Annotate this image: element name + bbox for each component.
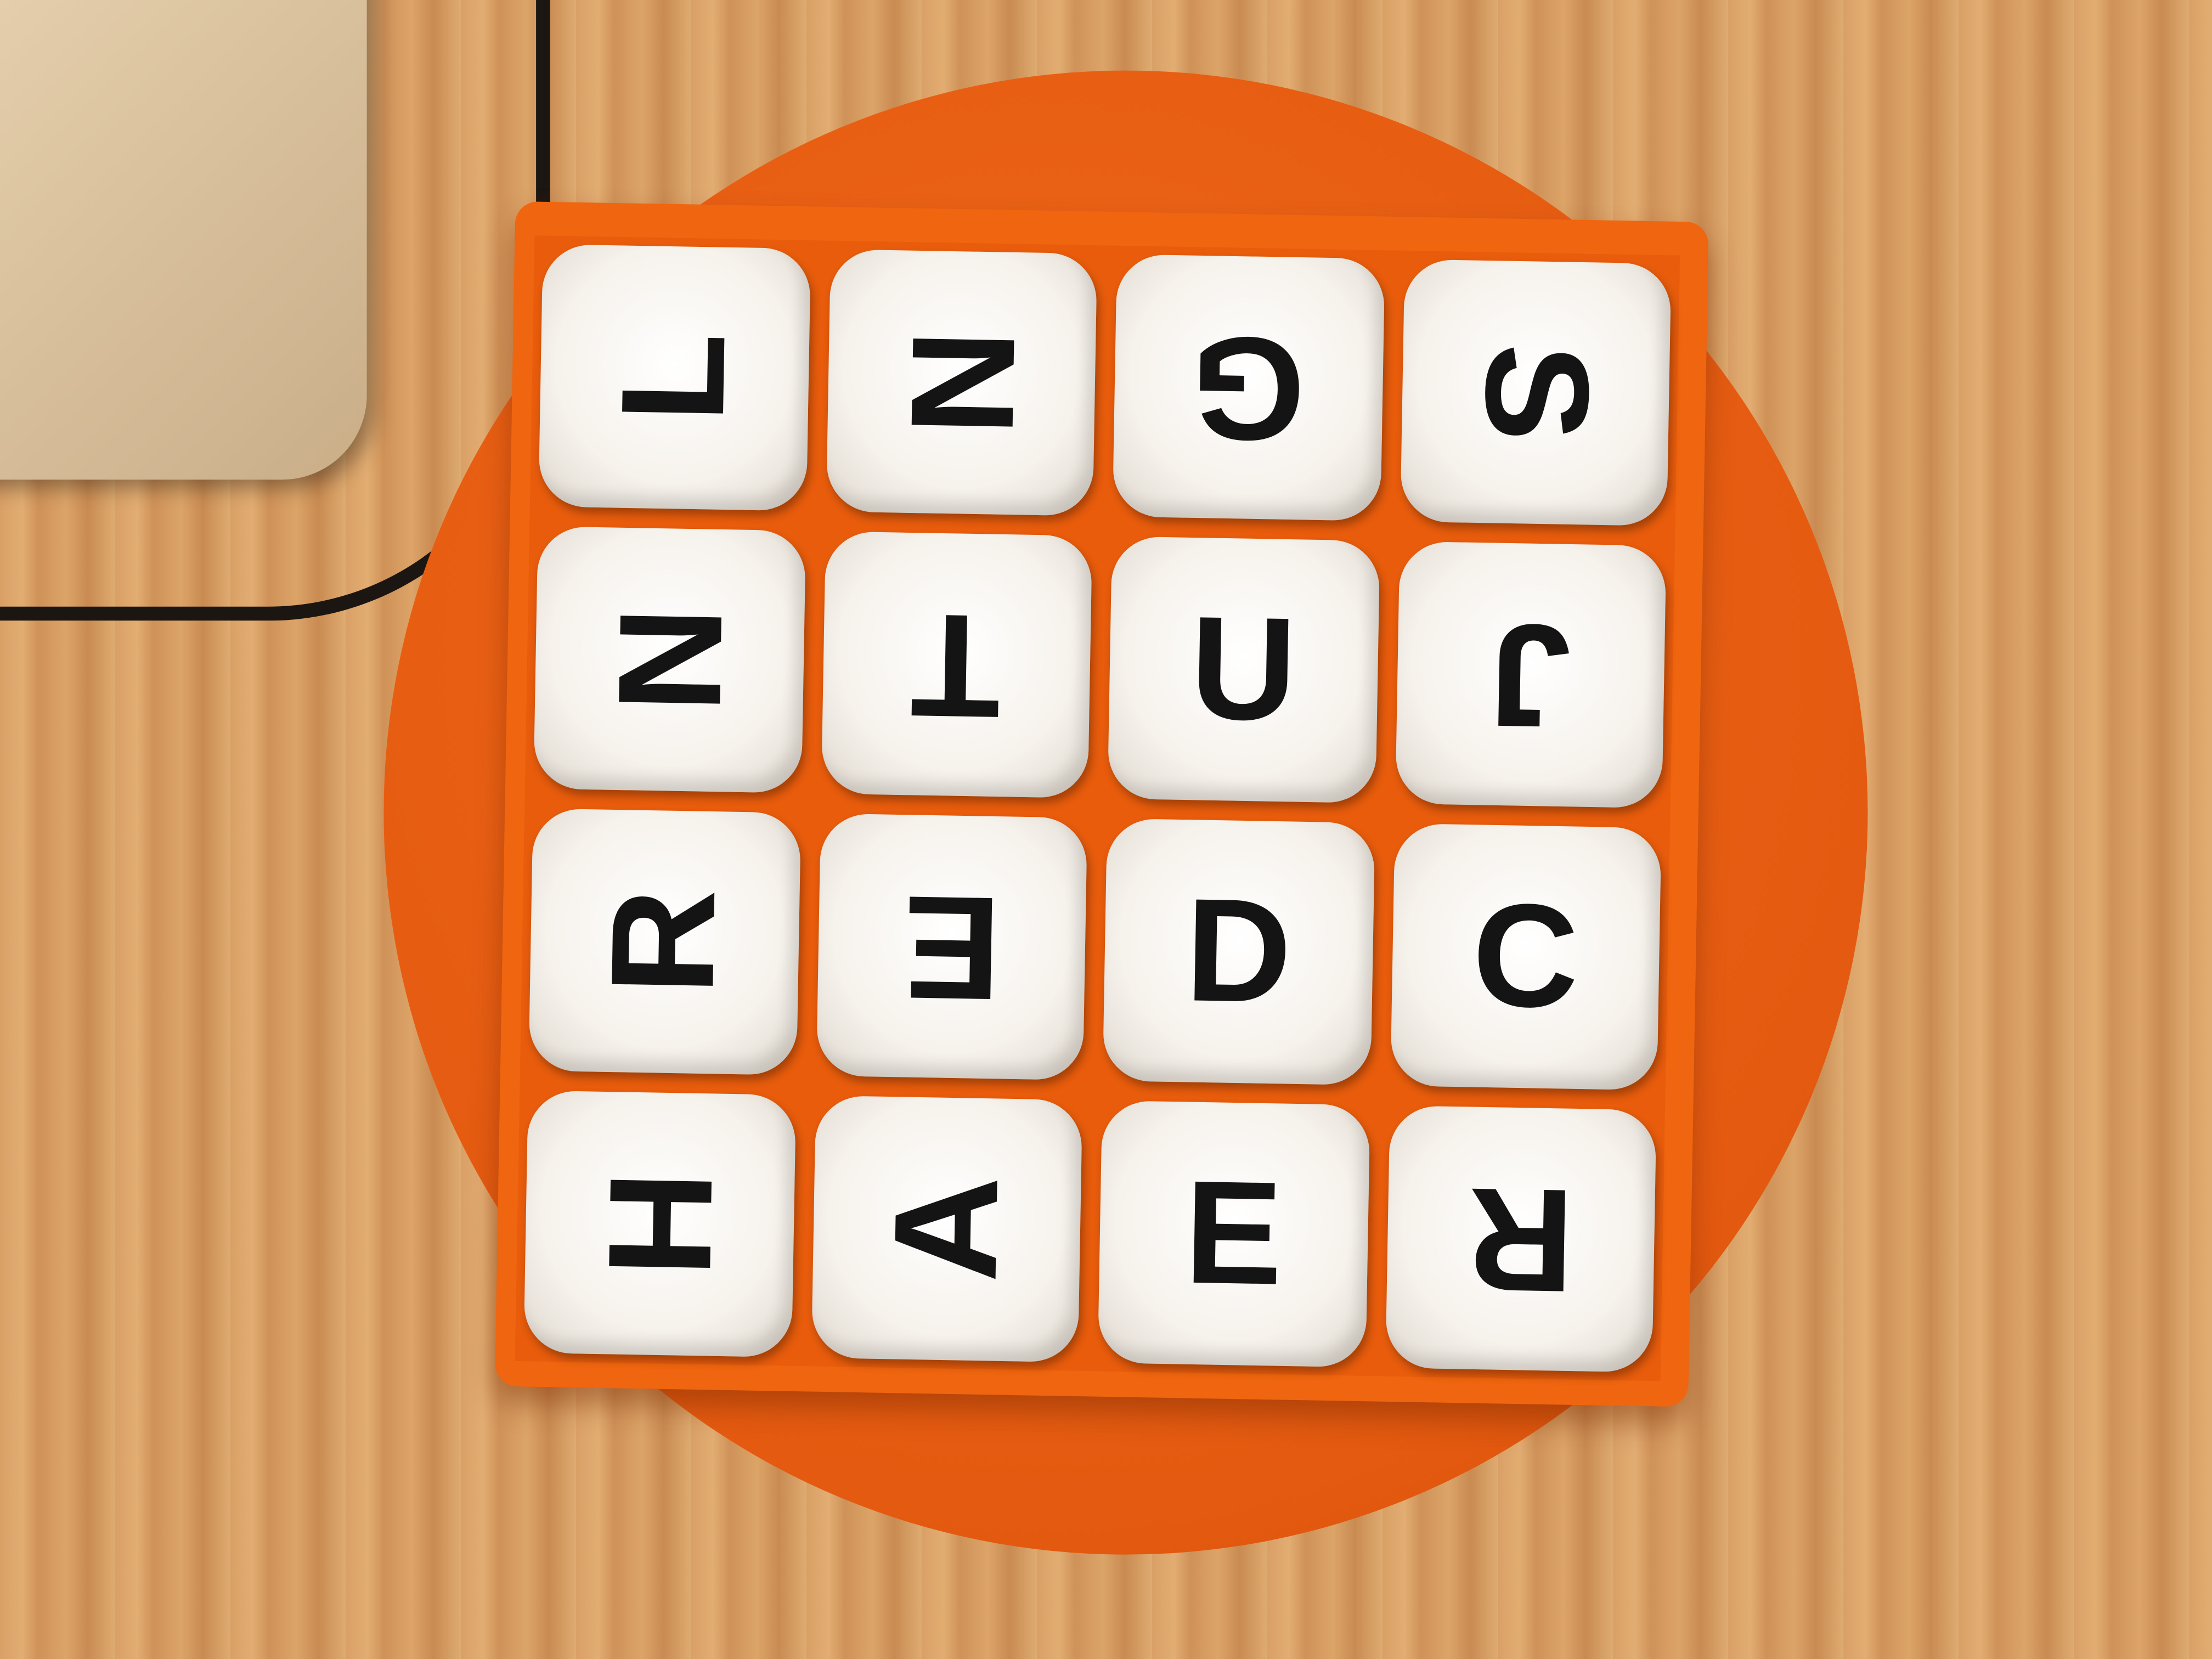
die-r3-c2[interactable]: E: [815, 813, 1088, 1081]
die-r3-c3[interactable]: D: [1102, 818, 1375, 1086]
die-letter: L: [591, 331, 757, 424]
die-letter: U: [1189, 586, 1298, 753]
die-letter: D: [1184, 869, 1293, 1035]
die-r1-c2[interactable]: N: [825, 249, 1098, 516]
die-r2-c3[interactable]: U: [1107, 536, 1380, 804]
die-r4-c3[interactable]: E: [1097, 1100, 1370, 1368]
die-letter: N: [586, 605, 752, 714]
die-letter: E: [1183, 1151, 1284, 1317]
die-letter: N: [878, 328, 1045, 437]
die-letter: E: [901, 864, 1002, 1030]
die-r3-c1[interactable]: R: [528, 808, 800, 1076]
die-r3-c4[interactable]: C: [1389, 823, 1662, 1091]
die-letter: A: [864, 1174, 1030, 1284]
die-letter: R: [1466, 1156, 1575, 1322]
die-letter: G: [1189, 304, 1307, 471]
die-letter: H: [577, 1169, 742, 1279]
die-letter: R: [582, 887, 747, 996]
die-r2-c1[interactable]: N: [533, 526, 805, 793]
die-r2-c2[interactable]: T: [820, 531, 1093, 798]
die-letter: C: [1471, 874, 1580, 1040]
boggle-tray: LNGSNTUJREDCHAER: [494, 201, 1709, 1407]
scene: LNGSNTUJREDCHAER: [0, 0, 2212, 1659]
die-r1-c4[interactable]: S: [1399, 259, 1672, 527]
die-r1-c1[interactable]: L: [538, 244, 810, 511]
dice-grid: LNGSNTUJREDCHAER: [515, 235, 1680, 1381]
die-r2-c4[interactable]: J: [1394, 541, 1667, 809]
die-r4-c2[interactable]: A: [810, 1095, 1083, 1363]
die-letter: J: [1488, 592, 1573, 758]
die-r4-c4[interactable]: R: [1384, 1105, 1657, 1373]
die-r4-c1[interactable]: H: [523, 1090, 795, 1358]
die-letter: S: [1453, 342, 1618, 443]
die-letter: T: [910, 582, 1003, 748]
die-r1-c3[interactable]: G: [1112, 254, 1385, 521]
